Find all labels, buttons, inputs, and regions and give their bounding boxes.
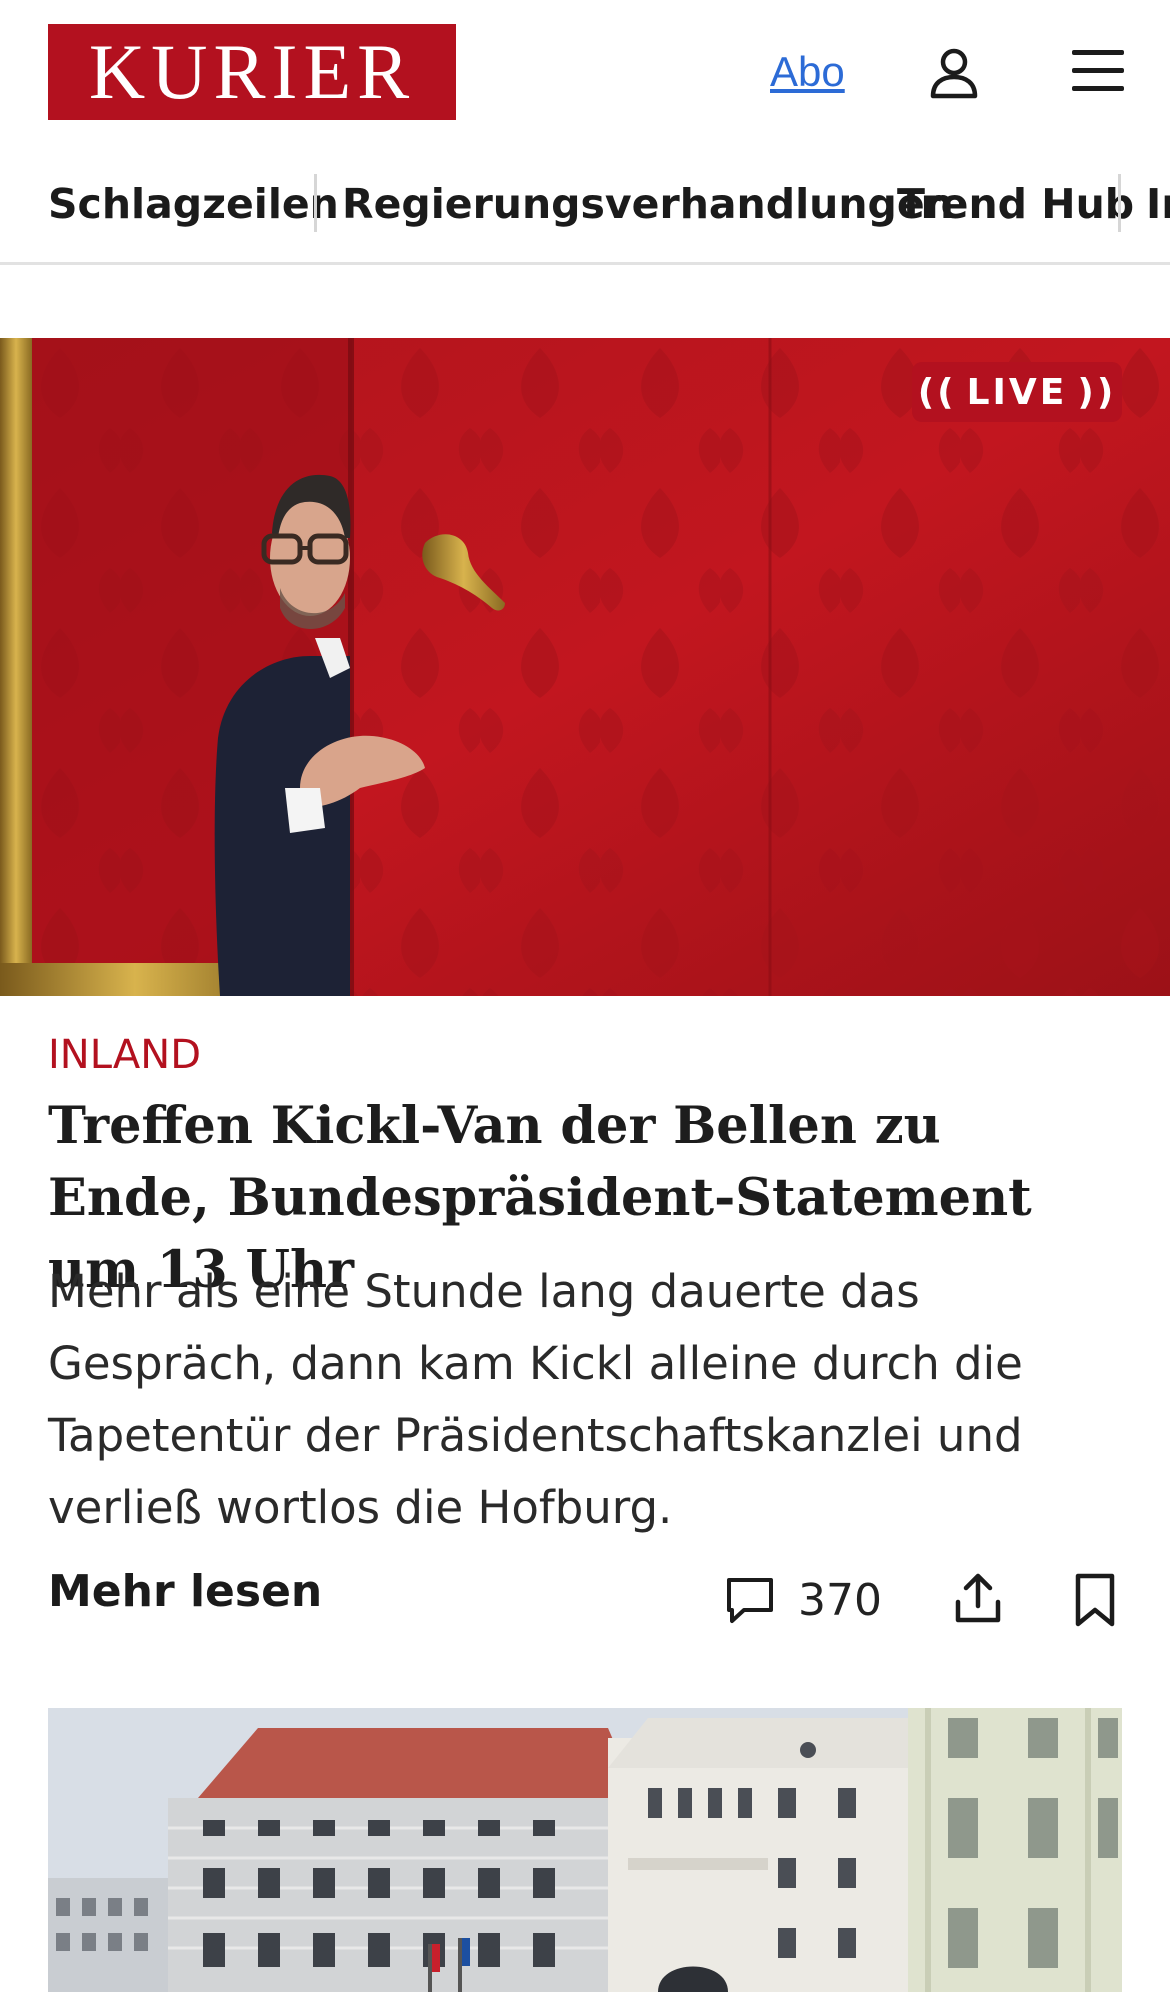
topic-navigation: Schlagzeilen Regierungsverhandlungen Tre… [0, 172, 1170, 265]
hamburger-menu-icon [1072, 50, 1124, 91]
comments-button[interactable]: 370 [724, 1570, 882, 1630]
share-button[interactable] [952, 1570, 1004, 1626]
nav-divider [314, 174, 317, 232]
comment-icon [727, 1578, 773, 1623]
read-more-link[interactable]: Mehr lesen [48, 1566, 322, 1617]
article-teaser: Mehr als eine Stunde lang dauerte das Ge… [48, 1265, 1023, 1534]
live-badge: (( LIVE )) [912, 362, 1122, 422]
share-icon [955, 1573, 1001, 1623]
site-header: KURIER Abo [0, 0, 1170, 148]
nav-divider [1118, 174, 1121, 232]
menu-button[interactable] [1070, 46, 1126, 96]
live-label: LIVE [966, 371, 1068, 413]
nav-item-in[interactable]: In [1146, 180, 1170, 228]
hero-photo [0, 338, 1170, 996]
building-photo [48, 1708, 1122, 1992]
abo-link[interactable]: Abo [770, 48, 845, 96]
user-icon [930, 48, 978, 99]
second-article-image[interactable] [48, 1708, 1122, 1992]
article-category[interactable]: INLAND [48, 1032, 201, 1078]
comment-count: 370 [798, 1574, 882, 1626]
nav-item-regierungsverhandlungen[interactable]: Regierungsverhandlungen [342, 180, 954, 228]
logo-text: KURIER [88, 28, 416, 115]
kurier-logo[interactable]: KURIER [48, 24, 456, 120]
hero-image[interactable]: (( LIVE )) [0, 338, 1170, 996]
bookmark-icon [1075, 1573, 1115, 1627]
nav-item-schlagzeilen[interactable]: Schlagzeilen [48, 180, 339, 228]
user-account-button[interactable] [928, 46, 980, 100]
bookmark-button[interactable] [1072, 1572, 1118, 1628]
nav-item-trend-hub[interactable]: Trend Hub [897, 180, 1134, 228]
